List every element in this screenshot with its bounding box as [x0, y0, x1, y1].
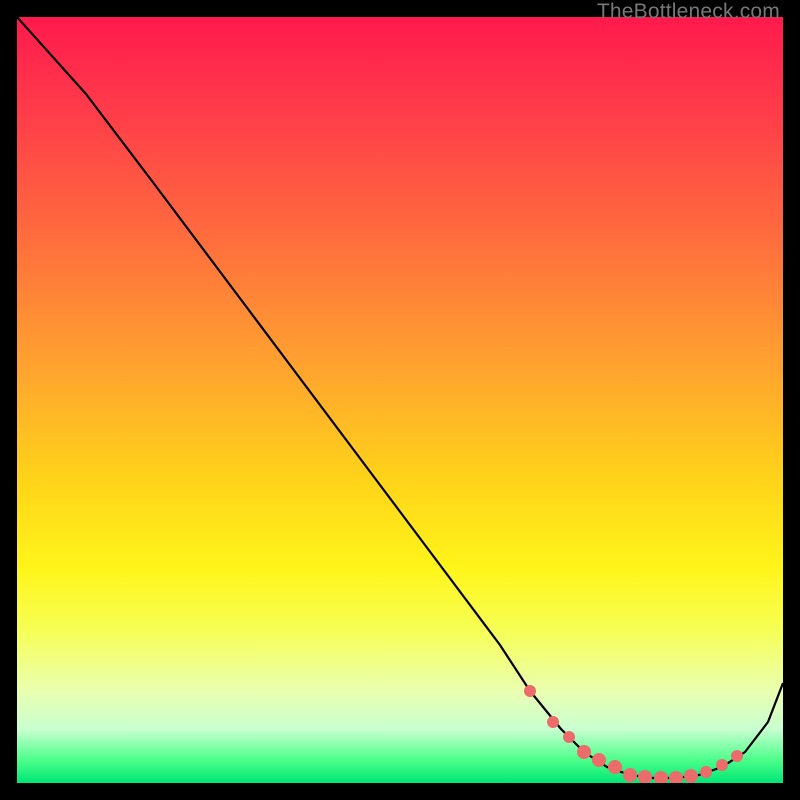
- marker-dot: [608, 760, 622, 774]
- marker-dot: [731, 750, 743, 762]
- bottleneck-curve: [17, 17, 783, 783]
- marker-dot: [700, 766, 712, 778]
- marker-dot: [716, 759, 728, 771]
- marker-dot: [592, 753, 606, 767]
- marker-dot: [563, 731, 575, 743]
- marker-dot: [669, 771, 683, 783]
- marker-dot: [654, 771, 668, 783]
- marker-dot: [547, 716, 559, 728]
- marker-dot: [623, 768, 637, 782]
- marker-dot: [524, 685, 536, 697]
- curve-line: [17, 17, 783, 778]
- attribution-text: TheBottleneck.com: [597, 0, 780, 24]
- marker-dot: [684, 769, 698, 783]
- marker-dot: [638, 770, 652, 783]
- marker-dot: [577, 745, 591, 759]
- plot-area: [17, 17, 783, 783]
